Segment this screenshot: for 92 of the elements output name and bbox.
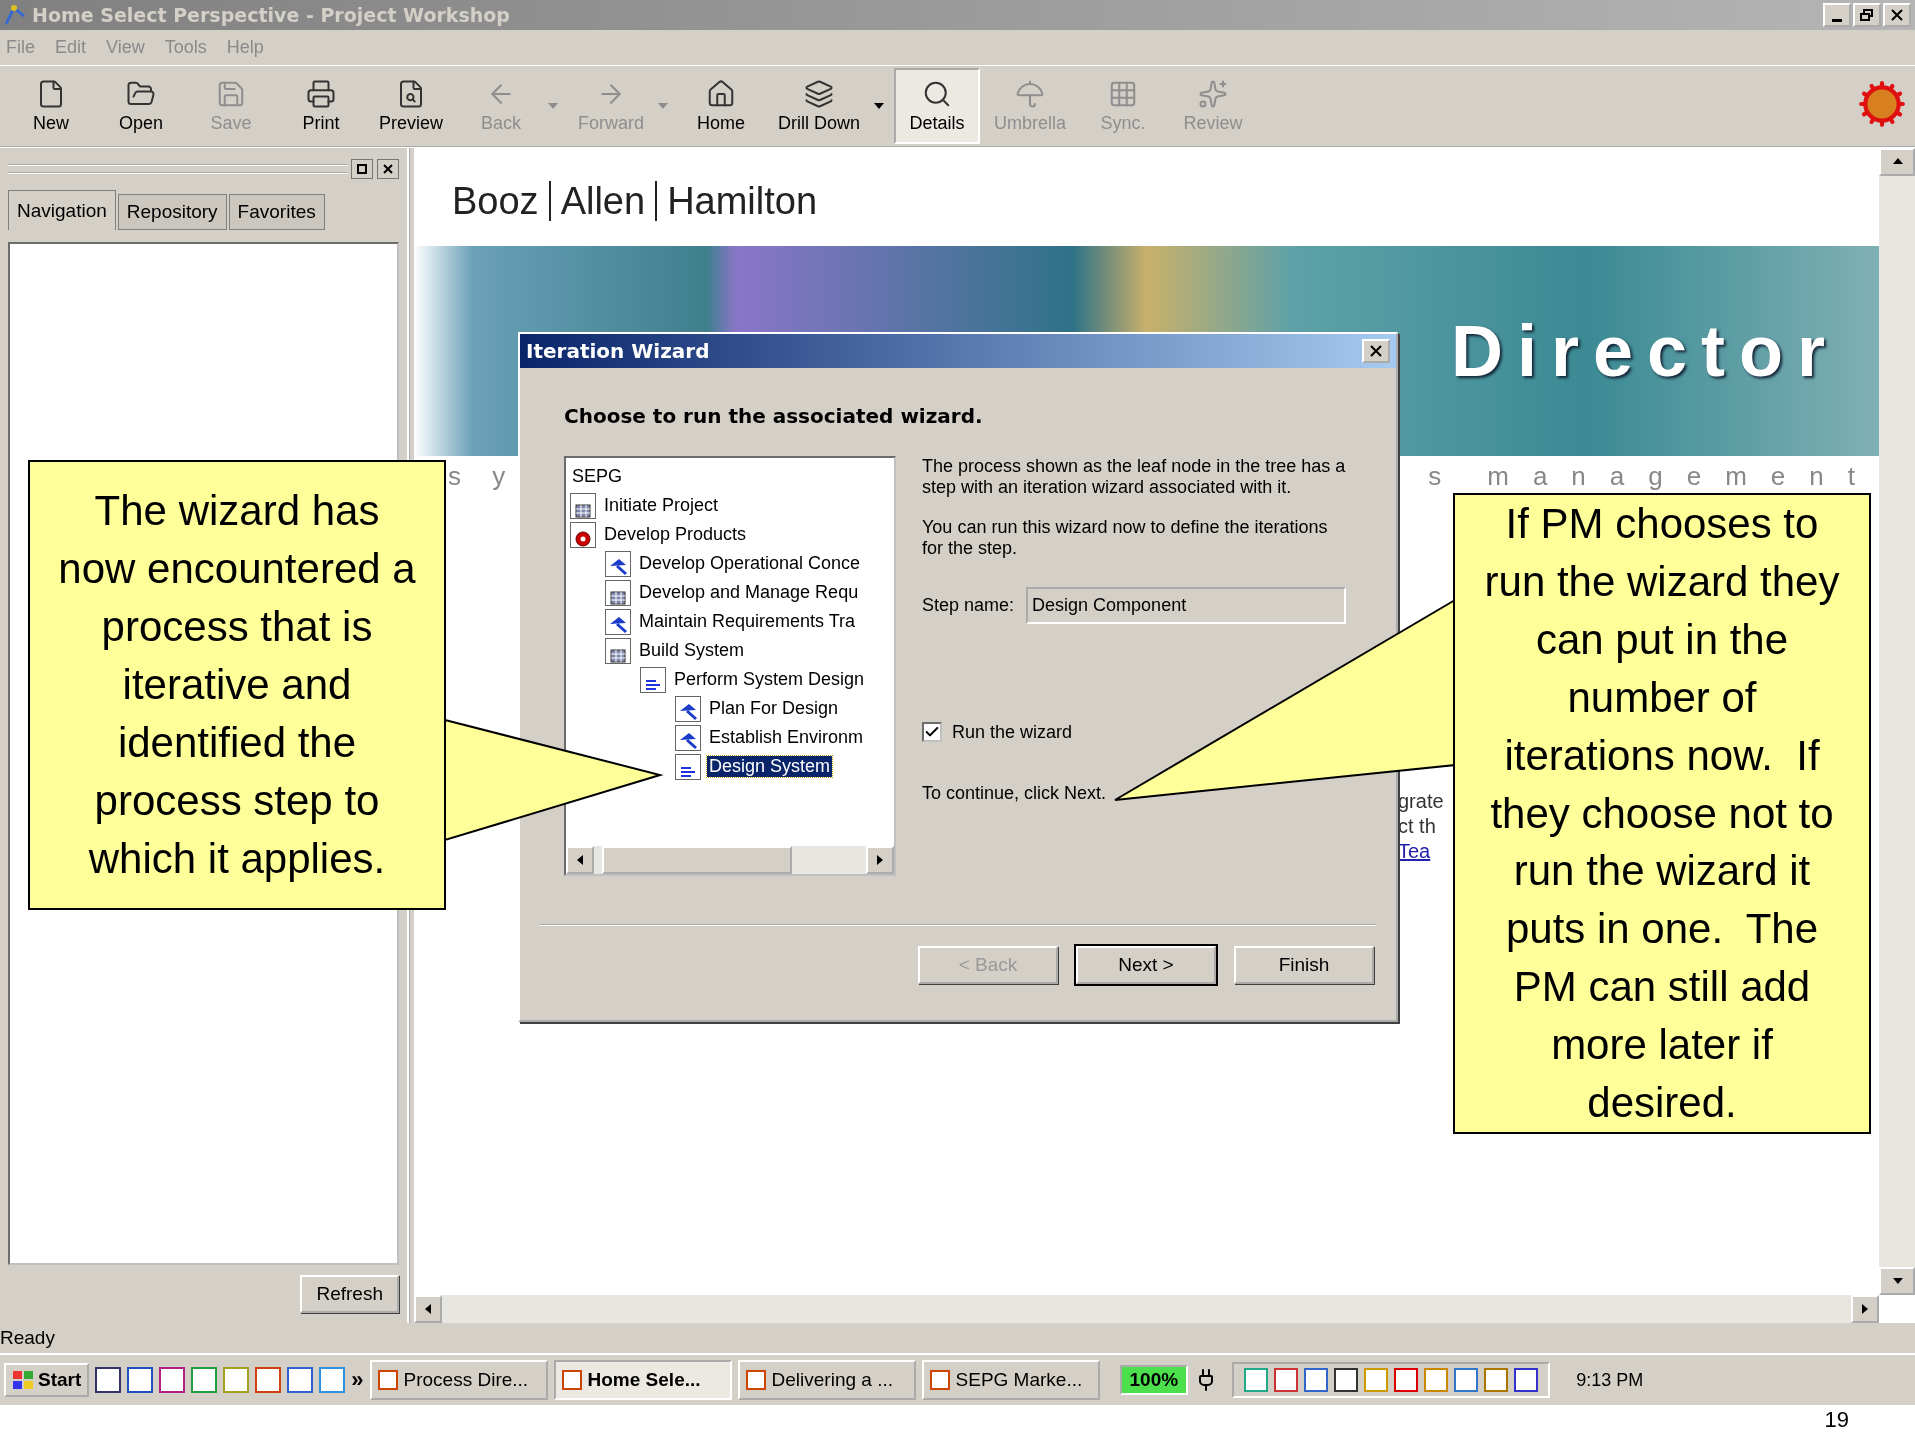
toolbar-button[interactable]: Home [678,68,764,144]
tagline-text: management [1487,460,1879,492]
tray-icon[interactable] [1514,1368,1539,1392]
page-text: grate [1398,790,1444,813]
caret-icon [658,103,668,109]
taskbar-button[interactable]: Home Sele... [553,1360,732,1400]
dialog-title: Iteration Wizard [526,339,710,363]
caret-icon [874,103,885,109]
description-text: The process shown as the leaf node in the tree has a step with an iteration wizard associated with it. [922,456,1346,498]
dialog-button[interactable]: Finish [1234,946,1374,984]
review-icon [1198,78,1229,109]
quick-launch-icon[interactable] [95,1367,122,1393]
toolbar-button[interactable]: Preview [368,68,454,144]
tagline-text: s [1428,460,1454,492]
toolbar-button[interactable]: Drill Down [768,68,871,144]
banner-title: Director [1450,310,1839,392]
step-name-field[interactable]: Design Component [1026,586,1346,624]
dialog-heading: Choose to run the associated wizard. [564,404,984,428]
callout-text: If PM chooses to run the wizard they can put in the number of iterations now. If they choose not to run the wizard it puts in one. The PM can still add more later if desired. [1453,493,1871,1134]
tray-icon[interactable] [1304,1368,1329,1392]
horizontal-scrollbar[interactable] [566,846,894,874]
tree-item[interactable]: Develop Products [602,524,749,545]
slide-number: 19 [1824,1407,1849,1433]
refresh-button[interactable]: Refresh [300,1275,399,1313]
print-icon [306,78,336,109]
tree-root[interactable]: SEPG [570,466,625,487]
toolbar-button[interactable]: Print [278,68,364,144]
taskbar-button[interactable]: SEPG Marke... [921,1360,1100,1400]
home-icon [706,78,736,109]
minimize-button[interactable] [1823,3,1851,27]
app-icon [4,4,26,26]
horizontal-scrollbar[interactable] [414,1295,1879,1323]
close-icon [1891,9,1903,21]
window-title: Home Select Perspective - Project Workshop [32,4,510,26]
checkbox[interactable] [922,722,942,743]
tree-item[interactable]: Establish Environm [707,727,866,748]
tagline-text: s y [448,460,518,492]
restore-button[interactable] [351,159,373,179]
instruction-text: To continue, click Next. [922,782,1108,804]
more-button[interactable]: » [351,1367,364,1393]
quick-launch-icon[interactable] [287,1367,314,1393]
close-icon [382,163,394,175]
toolbar-button[interactable]: New [8,68,94,144]
app-icon [377,1370,398,1390]
taskbar-button[interactable]: Delivering a ... [737,1360,916,1400]
tray-icon[interactable] [1334,1368,1359,1392]
app-icon [745,1370,766,1390]
restore-icon [1860,9,1874,21]
field-label: Step name: [922,594,1015,616]
umbrella-icon [1015,78,1046,109]
tree-item[interactable]: Perform System Design [672,669,867,690]
panel-tab[interactable]: Repository [117,194,227,230]
app-icon [929,1370,950,1390]
description-text: You can run this wizard now to define the iterations for the step. [922,517,1329,559]
logo-text: Hamilton [667,179,818,223]
checkbox-label: Run the wizard [952,721,1073,743]
app-icon [561,1370,582,1390]
scroll-thumb[interactable] [602,846,792,874]
taskbar-button[interactable]: Process Dire... [369,1360,548,1400]
caret-icon [548,103,558,109]
clock: 9:13 PM [1576,1369,1644,1391]
battery-indicator: 100% [1119,1365,1189,1395]
logo-divider [548,181,551,221]
tree-item[interactable]: Develop Operational Conce [637,553,863,574]
close-icon [1370,345,1382,357]
minimize-icon [1832,18,1842,22]
close-button[interactable] [377,159,399,179]
page-link[interactable]: Tea [1398,840,1444,863]
tree-item[interactable]: Initiate Project [602,495,721,516]
tree-item[interactable]: Develop and Manage Requ [637,582,861,603]
callout-text: The wizard has now encountered a process that is iterative and identified the process step to which it applies. [28,460,446,910]
windows-flag-icon [12,1370,34,1390]
panel-tab[interactable]: Favorites [228,194,325,230]
status-text: Ready [0,1327,55,1349]
tree-item[interactable]: Plan For Design [707,698,841,719]
logo-text: Booz [452,179,539,223]
tree-item[interactable]: Design System [707,756,833,777]
quick-launch-icon[interactable] [127,1367,154,1393]
panel-tab[interactable]: Navigation [8,190,116,230]
start-button[interactable]: Start [4,1363,90,1397]
drill-icon [804,78,834,109]
vertical-scrollbar[interactable] [1879,148,1915,1295]
toolbar-button[interactable]: Details [894,68,981,144]
tree-item[interactable]: Maintain Requirements Tra [637,611,858,632]
dialog-button[interactable]: Next > [1076,946,1216,984]
quick-launch-icon[interactable] [159,1367,186,1393]
logo-text: Allen [560,179,646,223]
toolbar-button[interactable]: Open [98,68,184,144]
tree-item[interactable]: Build System [637,640,747,661]
logo-divider [655,181,658,221]
grip-bar[interactable] [8,164,347,174]
restore-icon [356,163,368,175]
